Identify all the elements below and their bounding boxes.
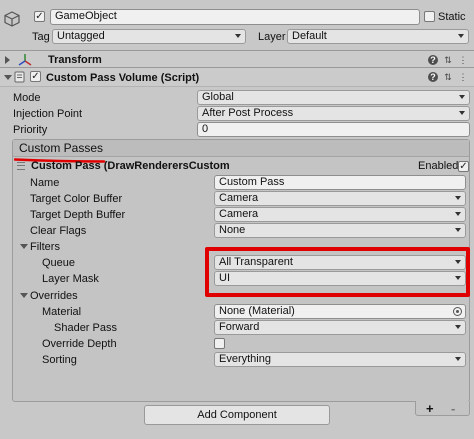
layer-mask-label: Layer Mask	[42, 273, 99, 285]
object-picker-icon[interactable]	[453, 307, 462, 316]
shader-pass-dropdown[interactable]: Forward	[214, 320, 466, 335]
layer-label: Layer	[258, 31, 286, 43]
material-label: Material	[42, 306, 82, 318]
gameobject-active-checkbox[interactable]: ✓	[34, 11, 45, 22]
sorting-dropdown[interactable]: Everything	[214, 352, 466, 367]
tag-value: Untagged	[57, 30, 105, 42]
mode-label: Mode	[13, 92, 41, 104]
chevron-down-icon	[459, 111, 465, 115]
chevron-down-icon	[455, 357, 461, 361]
collapse-arrow-icon[interactable]	[4, 75, 12, 80]
red-highlight-annotation	[205, 247, 470, 297]
static-checkbox[interactable]	[424, 11, 435, 22]
enabled-label: Enabled	[418, 160, 459, 172]
injection-point-label: Injection Point	[13, 108, 83, 120]
injection-point-dropdown[interactable]: After Post Process	[197, 106, 470, 121]
component-enabled-checkbox[interactable]: ✓	[30, 71, 41, 82]
target-color-buffer-dropdown[interactable]: Camera	[214, 191, 466, 206]
custom-pass-title: Custom Pass (DrawRenderersCustom	[31, 160, 230, 172]
pass-name-field[interactable]: Custom Pass	[214, 175, 466, 190]
shader-pass-value: Forward	[219, 321, 260, 333]
preset-icon[interactable]: ⇅	[443, 55, 453, 65]
name-label: Name	[30, 177, 60, 189]
clear-flags-label: Clear Flags	[30, 225, 87, 237]
tag-dropdown[interactable]: Untagged	[52, 29, 246, 44]
sorting-label: Sorting	[42, 354, 77, 366]
kebab-menu-icon[interactable]: ⋮	[458, 55, 468, 65]
transform-icon	[18, 53, 32, 67]
overrides-foldout-icon[interactable]	[20, 293, 28, 298]
preset-icon[interactable]: ⇅	[443, 72, 453, 82]
add-pass-button[interactable]: +	[426, 401, 434, 416]
filters-foldout-icon[interactable]	[20, 244, 28, 249]
add-component-button[interactable]: Add Component	[144, 405, 330, 425]
priority-label: Priority	[13, 124, 48, 136]
queue-label: Queue	[42, 257, 76, 269]
gameobject-name-field[interactable]: GameObject	[50, 9, 420, 25]
custom-passes-title: Custom Passes	[19, 141, 104, 155]
layer-dropdown[interactable]: Default	[287, 29, 469, 44]
expand-arrow-icon[interactable]	[5, 56, 10, 64]
pass-enabled-checkbox[interactable]: ✓	[458, 161, 469, 172]
target-color-buffer-value: Camera	[219, 192, 259, 204]
priority-field[interactable]: 0	[197, 122, 470, 137]
chevron-down-icon	[455, 196, 461, 200]
chevron-down-icon	[455, 228, 461, 232]
remove-pass-button[interactable]: -	[451, 401, 455, 416]
help-icon[interactable]: ?	[428, 72, 438, 82]
target-depth-buffer-value: Camera	[219, 208, 259, 220]
material-value: None (Material)	[219, 305, 295, 317]
kebab-menu-icon[interactable]: ⋮	[458, 72, 468, 82]
list-footer	[415, 401, 470, 416]
layer-value: Default	[292, 30, 327, 42]
override-depth-checkbox[interactable]	[214, 338, 225, 349]
gameobject-icon	[4, 11, 20, 27]
chevron-down-icon	[458, 34, 464, 38]
shader-pass-label: Shader Pass	[54, 322, 117, 334]
tag-label: Tag	[32, 31, 50, 43]
filters-label[interactable]: Filters	[30, 241, 60, 253]
help-icon[interactable]: ?	[428, 55, 438, 65]
static-label: Static	[438, 11, 466, 23]
material-field[interactable]: None (Material)	[214, 304, 466, 319]
target-color-buffer-label: Target Color Buffer	[30, 193, 123, 205]
drag-handle-line	[17, 165, 25, 166]
clear-flags-dropdown[interactable]: None	[214, 223, 466, 238]
chevron-down-icon	[235, 34, 241, 38]
red-underline-annotation	[13, 154, 106, 163]
chevron-down-icon	[459, 95, 465, 99]
mode-dropdown[interactable]: Global	[197, 90, 470, 105]
script-icon	[14, 71, 26, 83]
injection-point-value: After Post Process	[202, 107, 294, 119]
chevron-down-icon	[455, 212, 461, 216]
mode-value: Global	[202, 91, 234, 103]
override-depth-label: Override Depth	[42, 338, 117, 350]
drag-handle-icon[interactable]	[17, 162, 25, 170]
clear-flags-value: None	[219, 224, 246, 236]
target-depth-buffer-dropdown[interactable]: Camera	[214, 207, 466, 222]
transform-title: Transform	[48, 54, 102, 66]
sorting-value: Everything	[219, 353, 271, 365]
target-depth-buffer-label: Target Depth Buffer	[30, 209, 126, 221]
overrides-label[interactable]: Overrides	[30, 290, 78, 302]
component-title: Custom Pass Volume (Script)	[46, 72, 200, 84]
chevron-down-icon	[455, 325, 461, 329]
